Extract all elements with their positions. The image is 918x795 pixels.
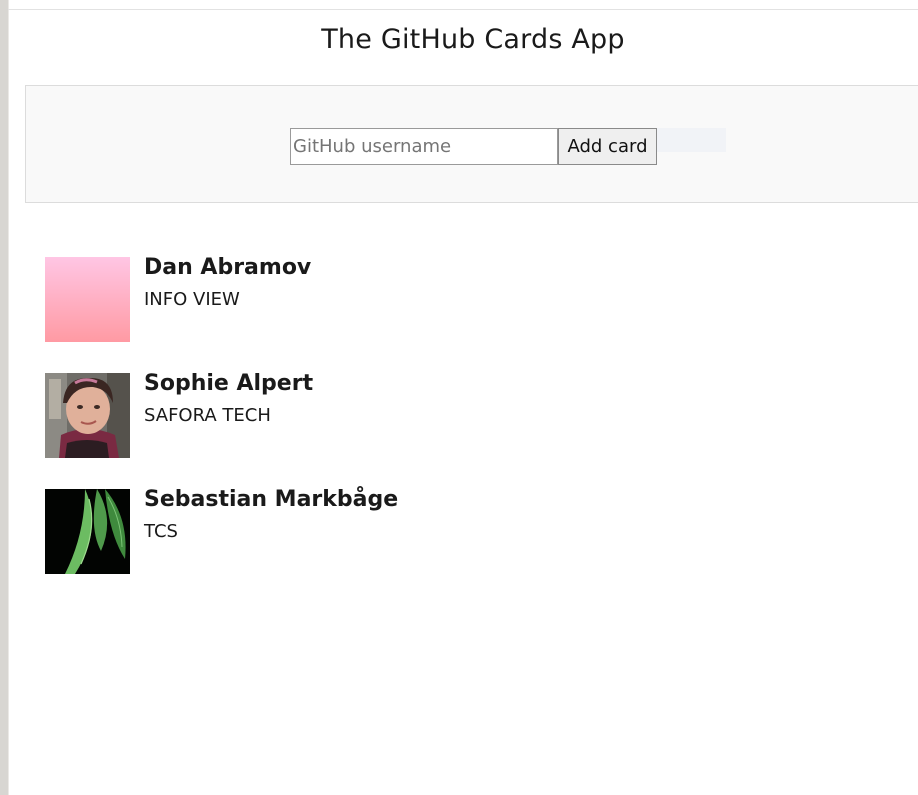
user-card: Sophie Alpert SAFORA TECH — [45, 371, 905, 458]
card-name: Sebastian Markbåge — [144, 487, 399, 512]
window-left-border — [0, 0, 8, 795]
person-photo-avatar — [45, 373, 130, 458]
user-card: Dan Abramov INFO VIEW — [45, 255, 905, 342]
green-leaves-avatar — [45, 489, 130, 574]
card-list: Dan Abramov INFO VIEW Sophie Alpert SAFO… — [45, 255, 905, 605]
card-company: SAFORA TECH — [144, 405, 271, 426]
card-info: Dan Abramov INFO VIEW — [144, 253, 311, 313]
card-name: Dan Abramov — [144, 255, 312, 280]
add-card-form: Add card — [25, 85, 918, 203]
card-info: Sophie Alpert SAFORA TECH — [144, 369, 313, 429]
user-card: Sebastian Markbåge TCS — [45, 487, 905, 574]
add-card-button[interactable]: Add card — [558, 128, 657, 165]
card-name: Sophie Alpert — [144, 371, 314, 396]
page-title: The GitHub Cards App — [321, 24, 625, 55]
card-company: TCS — [144, 521, 178, 542]
card-info: Sebastian Markbåge TCS — [144, 485, 398, 545]
github-cards-app: The GitHub Cards App Add card Dan — [9, 10, 918, 795]
pink-gradient-avatar — [45, 257, 130, 342]
github-username-input[interactable] — [290, 128, 558, 165]
card-company: INFO VIEW — [144, 289, 240, 310]
